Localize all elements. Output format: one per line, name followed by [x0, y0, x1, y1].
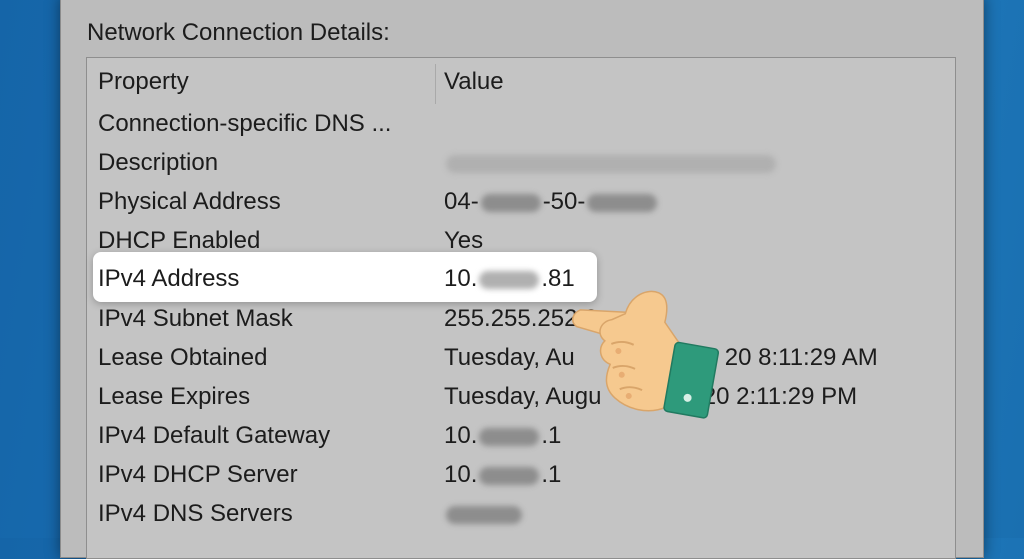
value-prefix: Tuesday, Au — [444, 344, 575, 371]
property-cell: IPv4 Subnet Mask — [98, 305, 293, 332]
value-suffix: 20 8:11:29 AM — [724, 344, 878, 371]
property-cell: Lease Expires — [98, 383, 251, 410]
table-row-selected[interactable]: IPv4 Address 10. .81 — [93, 252, 597, 302]
property-cell: Description — [98, 149, 219, 176]
property-cell: IPv4 DNS Servers — [98, 500, 293, 527]
value-cell-redacted — [444, 500, 524, 528]
pointing-hand-icon — [572, 290, 720, 419]
table-row[interactable]: Lease Obtained Tuesday, Au 20 8:11:29 AM — [87, 340, 955, 379]
table-row[interactable]: Description — [87, 145, 955, 184]
redacted-value — [587, 193, 658, 212]
value-prefix: 10. — [444, 265, 478, 292]
redacted-value — [446, 154, 776, 173]
value-prefix: 10. — [444, 461, 478, 488]
value-suffix: .1 — [541, 422, 562, 449]
column-header-value[interactable]: Value — [444, 68, 504, 96]
column-separator[interactable] — [435, 64, 436, 104]
details-list[interactable]: Property Value Connection-specific DNS .… — [86, 57, 956, 559]
redacted-value — [479, 427, 540, 446]
property-cell: Physical Address — [98, 188, 281, 215]
table-row[interactable]: Connection-specific DNS ... — [87, 106, 955, 145]
redacted-value — [480, 193, 541, 212]
property-cell: IPv4 Address — [98, 265, 240, 292]
table-row[interactable]: Physical Address 04- -50- — [87, 184, 955, 223]
value-cell-redacted — [444, 149, 778, 177]
network-connection-details-dialog: Network Connection Details: Property Val… — [60, 0, 984, 559]
table-row[interactable]: Lease Expires Tuesday, Augu 020 2:11:29 P… — [87, 379, 955, 418]
table-row[interactable]: IPv4 DNS Servers — [87, 496, 955, 535]
value-cell: 10. .1 — [444, 422, 561, 450]
redacted-value — [479, 466, 540, 485]
property-cell: Lease Obtained — [98, 344, 268, 371]
column-header-property[interactable]: Property — [98, 68, 189, 96]
property-cell: IPv4 DHCP Server — [98, 461, 298, 488]
section-title: Network Connection Details: — [87, 19, 390, 46]
table-row[interactable]: IPv4 Subnet Mask 255.255.252.0 — [87, 301, 955, 340]
redacted-value — [479, 270, 540, 289]
table-row[interactable]: IPv4 DHCP Server 10. .1 — [87, 457, 955, 496]
value-mid: -50- — [542, 188, 586, 215]
redacted-value — [446, 505, 522, 524]
value-prefix: 04- — [444, 188, 479, 215]
value-cell: 10. .1 — [444, 461, 561, 489]
property-cell: Connection-specific DNS ... — [98, 110, 392, 137]
table-row[interactable]: IPv4 Default Gateway 10. .1 — [87, 418, 955, 457]
property-cell: IPv4 Default Gateway — [98, 422, 331, 449]
value-suffix: .1 — [541, 461, 562, 488]
property-cell: DHCP Enabled — [98, 227, 261, 254]
value-cell: 10. .81 — [444, 265, 575, 293]
value-cell: 04- -50- — [444, 188, 659, 216]
value-prefix: 10. — [444, 422, 478, 449]
value-cell: Yes — [444, 227, 484, 254]
